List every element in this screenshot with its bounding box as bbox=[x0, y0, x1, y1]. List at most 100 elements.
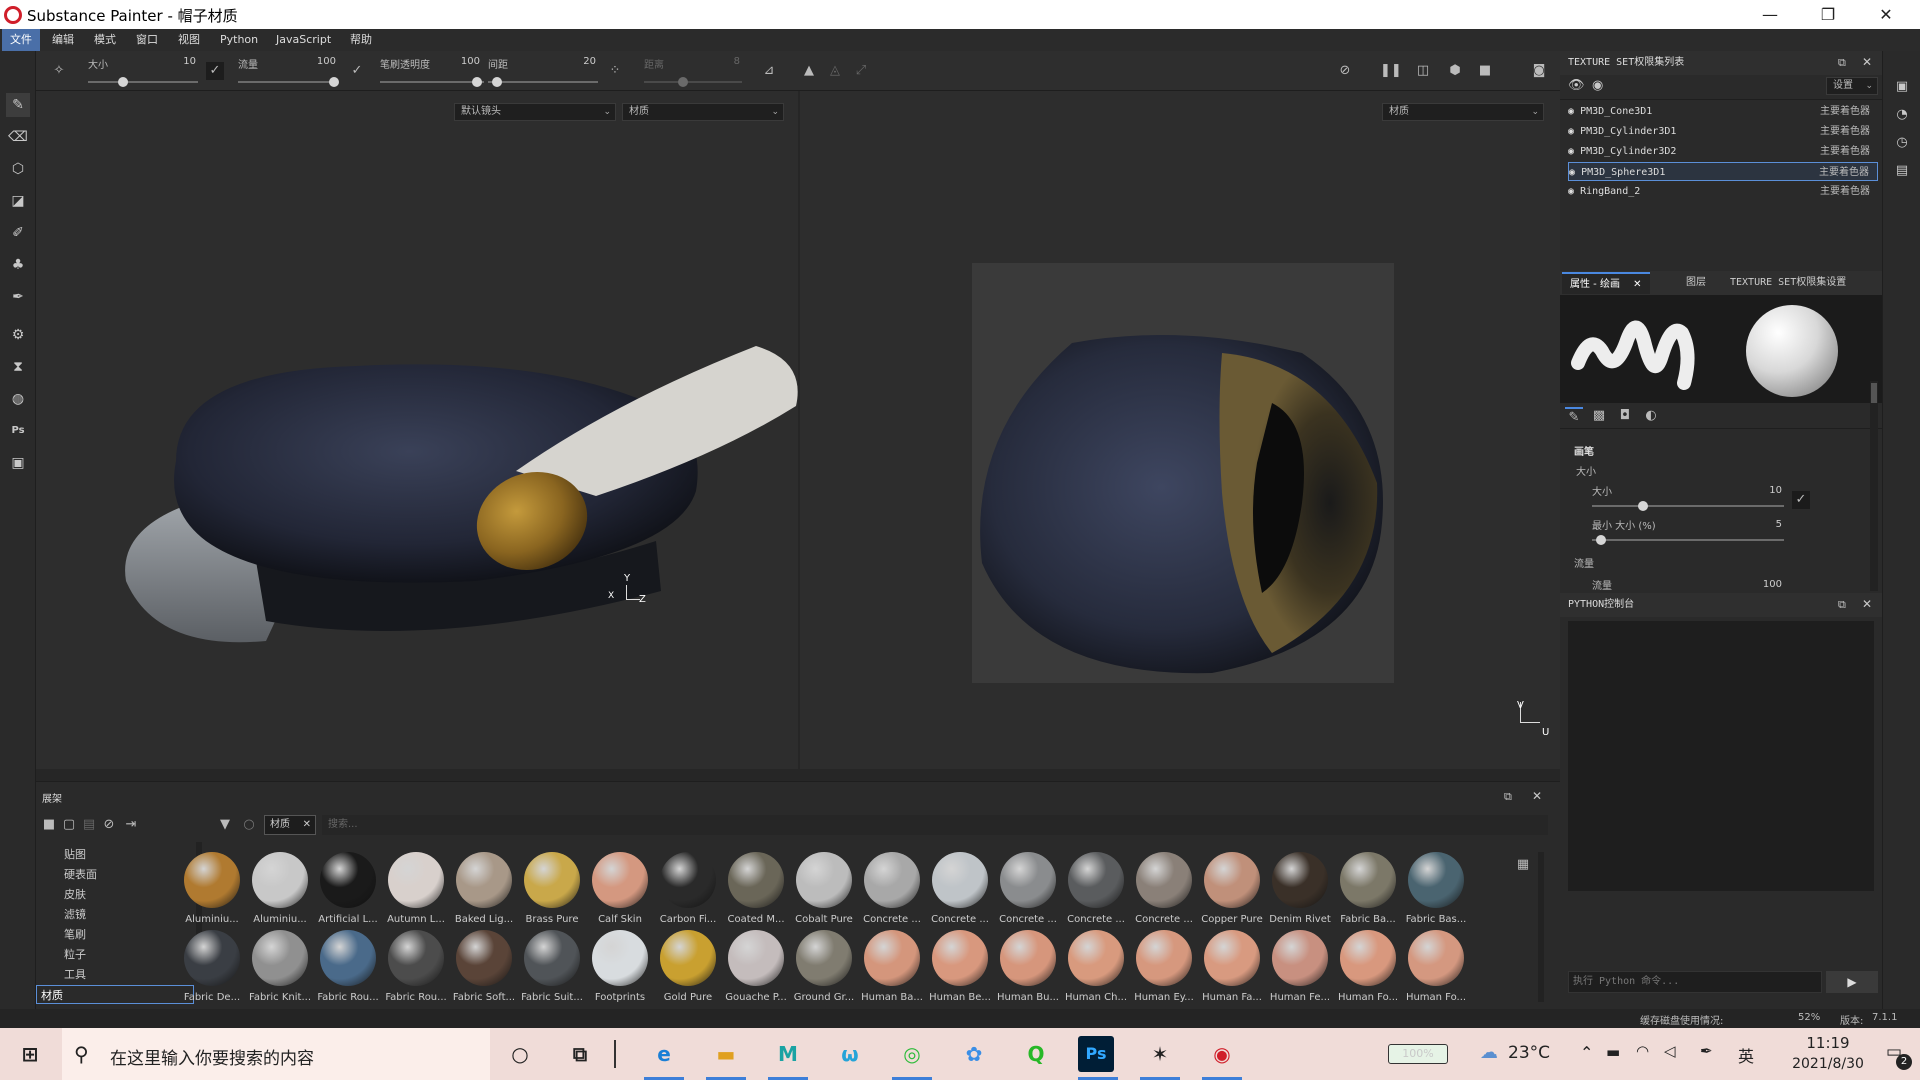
material-thumbnail[interactable]: Fabric De... bbox=[178, 930, 244, 1008]
material-thumbnail[interactable]: Footprints bbox=[586, 930, 652, 1008]
maya-icon[interactable]: M bbox=[768, 1036, 808, 1072]
properties-scrollbar[interactable] bbox=[1870, 381, 1878, 591]
task-view-icon[interactable]: ⧉ bbox=[560, 1036, 600, 1072]
material-thumbnail[interactable]: Fabric Rou... bbox=[382, 930, 448, 1008]
material-thumbnail[interactable]: Concrete ... bbox=[994, 852, 1060, 930]
material-thumbnail[interactable]: Concrete ... bbox=[1130, 852, 1196, 930]
bake-icon[interactable]: ⚙ bbox=[6, 323, 30, 347]
material-thumbnail[interactable]: Baked Lig... bbox=[450, 852, 516, 930]
hide-icon[interactable]: ⊘ bbox=[100, 816, 118, 834]
flow-slider[interactable] bbox=[238, 81, 336, 83]
material-thumbnail[interactable]: Gold Pure bbox=[654, 930, 720, 1008]
app-w-icon[interactable]: ω bbox=[830, 1036, 870, 1072]
shelf-category[interactable]: 笔刷 bbox=[60, 925, 170, 944]
material-icon[interactable]: ◐ bbox=[1642, 407, 1660, 425]
hide-all-icon[interactable]: 👁 bbox=[1568, 78, 1585, 93]
zbrush-icon[interactable]: ✶ bbox=[1140, 1036, 1180, 1072]
folder-icon[interactable]: ■ bbox=[40, 816, 58, 834]
cortana-icon[interactable]: ○ bbox=[500, 1036, 540, 1072]
color-picker-icon[interactable]: ✒ bbox=[6, 285, 30, 309]
new-folder-icon[interactable]: ▢ bbox=[60, 816, 78, 834]
python-console-output[interactable] bbox=[1568, 621, 1874, 891]
material-mode-dropdown-2d[interactable]: 材质 ⌄ bbox=[1382, 103, 1544, 121]
float-panel-icon[interactable]: ⧉ bbox=[1504, 790, 1512, 804]
texture-set-row[interactable]: ◉ RingBand_2 主要着色器 bbox=[1568, 182, 1878, 201]
import-icon[interactable]: ⇥ bbox=[122, 816, 140, 834]
material-thumbnail[interactable]: Human Bu... bbox=[994, 930, 1060, 1008]
photoshop-icon[interactable]: Ps bbox=[6, 419, 30, 443]
material-thumbnail[interactable]: Human Ey... bbox=[1130, 930, 1196, 1008]
smudge-icon[interactable]: ✐ bbox=[6, 221, 30, 245]
texture-set-row[interactable]: ◉ PM3D_Cylinder3D2 主要着色器 bbox=[1568, 142, 1878, 161]
pen-icon[interactable]: ✒ bbox=[1700, 1042, 1713, 1060]
material-thumbnail[interactable]: Fabric Knit... bbox=[246, 930, 312, 1008]
material-thumbnail[interactable]: Fabric Rou... bbox=[314, 930, 380, 1008]
texture-set-settings-dropdown[interactable]: 设置 ⌄ bbox=[1826, 77, 1878, 95]
photoshop-taskbar-icon[interactable]: Ps bbox=[1078, 1036, 1114, 1072]
polygon-fill-icon[interactable]: ◪ bbox=[6, 189, 30, 213]
brush-size-knob[interactable] bbox=[1638, 501, 1648, 511]
visibility-eye-icon[interactable]: ◉ bbox=[1568, 126, 1574, 137]
material-thumbnail[interactable]: Human Ch... bbox=[1062, 930, 1128, 1008]
alpha-icon[interactable]: ▩ bbox=[1590, 407, 1608, 425]
brush-settings-icon[interactable]: ✎ bbox=[1565, 407, 1583, 425]
shelf-category[interactable]: 硬表面 bbox=[60, 865, 170, 884]
split-view-icon[interactable]: ◫ bbox=[1414, 62, 1432, 80]
shelf-category[interactable]: 贴图 bbox=[60, 845, 170, 864]
menu-javascript[interactable]: JavaScript bbox=[268, 29, 339, 51]
hide-icon[interactable]: ⊘ bbox=[1336, 62, 1354, 80]
clock-time[interactable]: 11:19 bbox=[1780, 1034, 1876, 1052]
material-thumbnail[interactable]: Concrete ... bbox=[926, 852, 992, 930]
shelf-category[interactable]: 皮肤 bbox=[60, 885, 170, 904]
shelf-category[interactable]: 滤镜 bbox=[60, 905, 170, 924]
close-panel-icon[interactable]: ✕ bbox=[1862, 597, 1872, 611]
export-textures-icon[interactable]: ⧗ bbox=[6, 355, 30, 379]
reset-filter-icon[interactable]: ○ bbox=[240, 816, 258, 834]
flow-slider-knob[interactable] bbox=[329, 77, 339, 87]
material-thumbnail[interactable]: Aluminiu... bbox=[178, 852, 244, 930]
run-python-button[interactable]: ▶ bbox=[1826, 971, 1878, 993]
stencil-icon[interactable]: ◘ bbox=[1616, 407, 1634, 425]
battery-indicator[interactable]: 100% bbox=[1388, 1044, 1448, 1064]
brush-preset-icon[interactable]: ✧ bbox=[50, 62, 68, 80]
material-thumbnail[interactable]: Ground Gr... bbox=[790, 930, 856, 1008]
size-slider[interactable] bbox=[88, 81, 198, 83]
viewport-2d[interactable]: 材质 ⌄ V U bbox=[800, 91, 1560, 769]
material-thumbnail[interactable]: Human Fe... bbox=[1266, 930, 1332, 1008]
shelf-search-input[interactable]: 搜索... bbox=[322, 815, 1548, 835]
spacing-slider[interactable] bbox=[488, 81, 598, 83]
close-panel-icon[interactable]: ✕ bbox=[1532, 789, 1542, 803]
temperature[interactable]: 23°C bbox=[1508, 1043, 1550, 1063]
file-explorer-icon[interactable]: ▬ bbox=[706, 1036, 746, 1072]
texture-set-row[interactable]: ◉ PM3D_Cylinder3D1 主要着色器 bbox=[1568, 122, 1878, 141]
material-thumbnail[interactable]: Human Fa... bbox=[1198, 930, 1264, 1008]
size-slider-knob[interactable] bbox=[118, 77, 128, 87]
material-thumbnail[interactable]: Fabric Soft... bbox=[450, 930, 516, 1008]
menu-file[interactable]: 文件 bbox=[2, 29, 40, 51]
remove-tag-icon[interactable]: ✕ bbox=[303, 816, 311, 834]
min-size-knob[interactable] bbox=[1596, 535, 1606, 545]
shelf-category[interactable]: 工具 bbox=[60, 965, 170, 984]
close-panel-icon[interactable]: ✕ bbox=[1862, 55, 1872, 69]
tab-layers[interactable]: 图层 bbox=[1678, 272, 1714, 294]
properties-scrollbar-thumb[interactable] bbox=[1871, 383, 1877, 403]
eraser-icon[interactable]: ⌫ bbox=[6, 125, 30, 149]
spacing-slider-knob[interactable] bbox=[492, 77, 502, 87]
substance-painter-taskbar-icon[interactable]: ◉ bbox=[1202, 1036, 1242, 1072]
volume-icon[interactable]: ◁ bbox=[1664, 1042, 1676, 1060]
shader-name[interactable]: 主要着色器 bbox=[1820, 102, 1870, 121]
tab-texture-set-settings[interactable]: TEXTURE SET权限集设置 bbox=[1722, 272, 1854, 294]
visibility-eye-icon[interactable]: ◉ bbox=[1569, 167, 1575, 178]
shader-name[interactable]: 主要着色器 bbox=[1820, 122, 1870, 141]
weather-icon[interactable]: ☁ bbox=[1480, 1042, 1498, 1063]
viewport-3d[interactable]: 默认镜头 ⌄ 材质 ⌄ Y X Z bbox=[36, 91, 798, 769]
float-panel-icon[interactable]: ⧉ bbox=[1838, 56, 1846, 70]
visibility-eye-icon[interactable]: ◉ bbox=[1568, 106, 1574, 117]
windows-start-icon[interactable]: ⊞ bbox=[10, 1036, 50, 1072]
iqiyi-icon[interactable]: Q bbox=[1016, 1036, 1056, 1072]
filter-tag[interactable]: 材质 ✕ bbox=[264, 815, 316, 835]
shelf-category[interactable]: 粒子 bbox=[60, 945, 170, 964]
maximize-button[interactable]: ❐ bbox=[1799, 0, 1857, 29]
clock-date[interactable]: 2021/8/30 bbox=[1780, 1056, 1876, 1072]
close-button[interactable]: ✕ bbox=[1857, 0, 1915, 29]
